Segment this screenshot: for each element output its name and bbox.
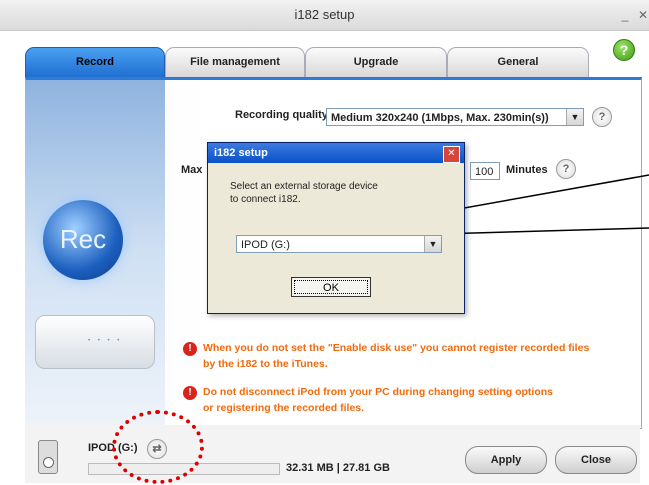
- main-window: i182 setup _ ✕ Record File management Up…: [0, 0, 649, 485]
- dialog-message: Select an external storage device to con…: [230, 180, 378, 206]
- dialog-message-line1: Select an external storage device: [230, 181, 378, 192]
- dialog-close-icon[interactable]: ✕: [443, 146, 460, 163]
- chevron-down-icon[interactable]: ▼: [424, 236, 441, 252]
- storage-device-select[interactable]: IPOD (G:) ▼: [236, 235, 442, 253]
- device-select-dialog: i182 setup ✕ Select an external storage …: [207, 142, 465, 314]
- dialog-message-line2: to connect i182.: [230, 194, 301, 205]
- dialog-title: i182 setup: [208, 143, 464, 163]
- storage-device-value: IPOD (G:): [241, 239, 290, 251]
- ok-button[interactable]: OK: [291, 277, 371, 297]
